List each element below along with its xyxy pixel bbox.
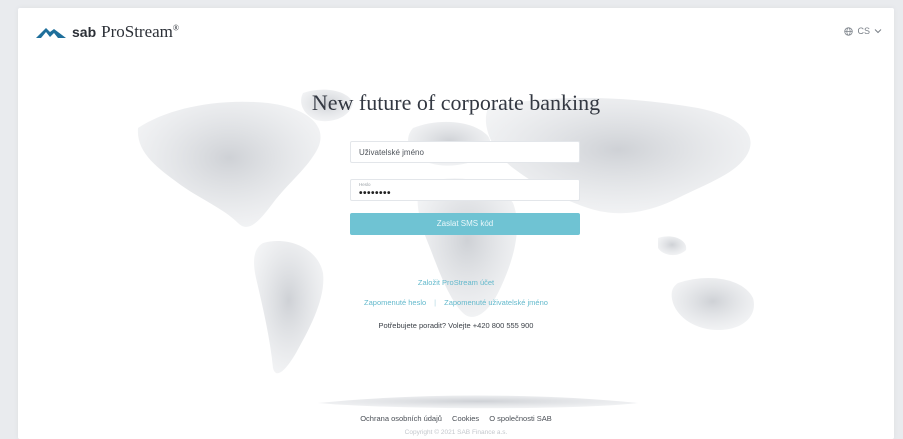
password-value: •••••••• <box>359 188 392 199</box>
link-separator: | <box>434 298 437 307</box>
privacy-link[interactable]: Ochrana osobních údajů <box>360 414 442 423</box>
create-account-link-row: Založit ProStream účet <box>18 278 894 287</box>
brand-product-name: ProStream <box>101 22 173 41</box>
password-label: Heslo <box>359 182 371 187</box>
copyright: Copyright © 2021 SAB Finance a.s. <box>404 429 508 436</box>
login-form: Uživatelské jméno Heslo •••••••• Zaslat … <box>350 141 580 235</box>
create-account-link[interactable]: Založit ProStream účet <box>418 278 494 287</box>
username-field[interactable]: Uživatelské jméno <box>350 141 580 163</box>
globe-icon <box>844 26 854 36</box>
recovery-links: Zapomenuté heslo | Zapomenuté uživatelské … <box>18 298 894 307</box>
brand-product: ProStream® <box>101 22 179 42</box>
cookies-link[interactable]: Cookies <box>452 414 479 423</box>
brand-short: sab <box>72 24 97 40</box>
logo-icon <box>36 28 66 38</box>
username-placeholder: Uživatelské jméno <box>359 148 424 157</box>
about-link[interactable]: O společnosti SAB <box>489 414 552 423</box>
help-text: Potřebujete poradit? Volejte +420 800 55… <box>378 321 534 330</box>
registered-mark: ® <box>172 23 179 33</box>
page-title: New future of corporate banking <box>311 90 601 115</box>
chevron-down-icon <box>874 29 882 34</box>
brand-logo[interactable]: sab ProStream® <box>36 22 179 42</box>
footer-links: Ochrana osobních údajů Cookies O společn… <box>18 414 894 423</box>
language-code: CS <box>857 26 870 36</box>
password-field[interactable]: Heslo •••••••• <box>350 179 580 201</box>
language-selector[interactable]: CS <box>844 26 882 36</box>
forgot-password-link[interactable]: Zapomenuté heslo <box>364 298 426 307</box>
send-sms-code-button[interactable]: Zaslat SMS kód <box>350 213 580 235</box>
login-card: sab ProStream® CS New future of corporat… <box>18 8 894 439</box>
forgot-username-link[interactable]: Zapomenuté uživatelské jméno <box>444 298 548 307</box>
